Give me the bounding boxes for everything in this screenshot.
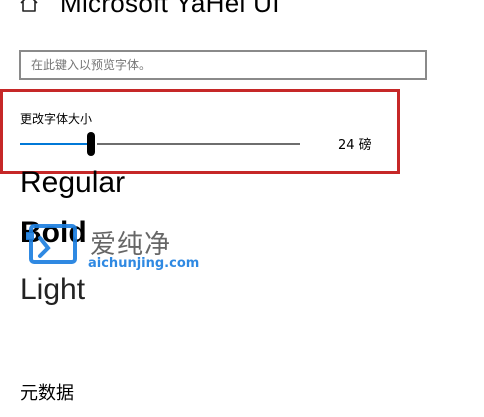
font-size-value: 24 磅 — [338, 138, 372, 153]
font-size-label: 更改字体大小 — [20, 112, 93, 126]
sample-regular-text: Regular — [20, 166, 126, 199]
slider-thumb[interactable] — [87, 132, 95, 156]
watermark-url: aichunjing.com — [88, 256, 200, 271]
home-icon[interactable] — [18, 0, 40, 14]
font-settings-page: Microsoft YaHei UI 更改字体大小 24 磅 Regular B… — [0, 0, 484, 417]
sample-light-text: Light — [20, 273, 86, 306]
page-title: Microsoft YaHei UI — [60, 0, 280, 18]
watermark-logo-icon — [26, 224, 77, 264]
preview-text-input[interactable] — [19, 50, 427, 80]
slider-track-filled — [20, 143, 91, 145]
metadata-heading: 元数据 — [20, 383, 74, 404]
font-size-slider[interactable] — [20, 132, 300, 156]
watermark: 爱纯净 aichunjing.com — [26, 222, 200, 276]
slider-track-empty — [97, 143, 300, 145]
